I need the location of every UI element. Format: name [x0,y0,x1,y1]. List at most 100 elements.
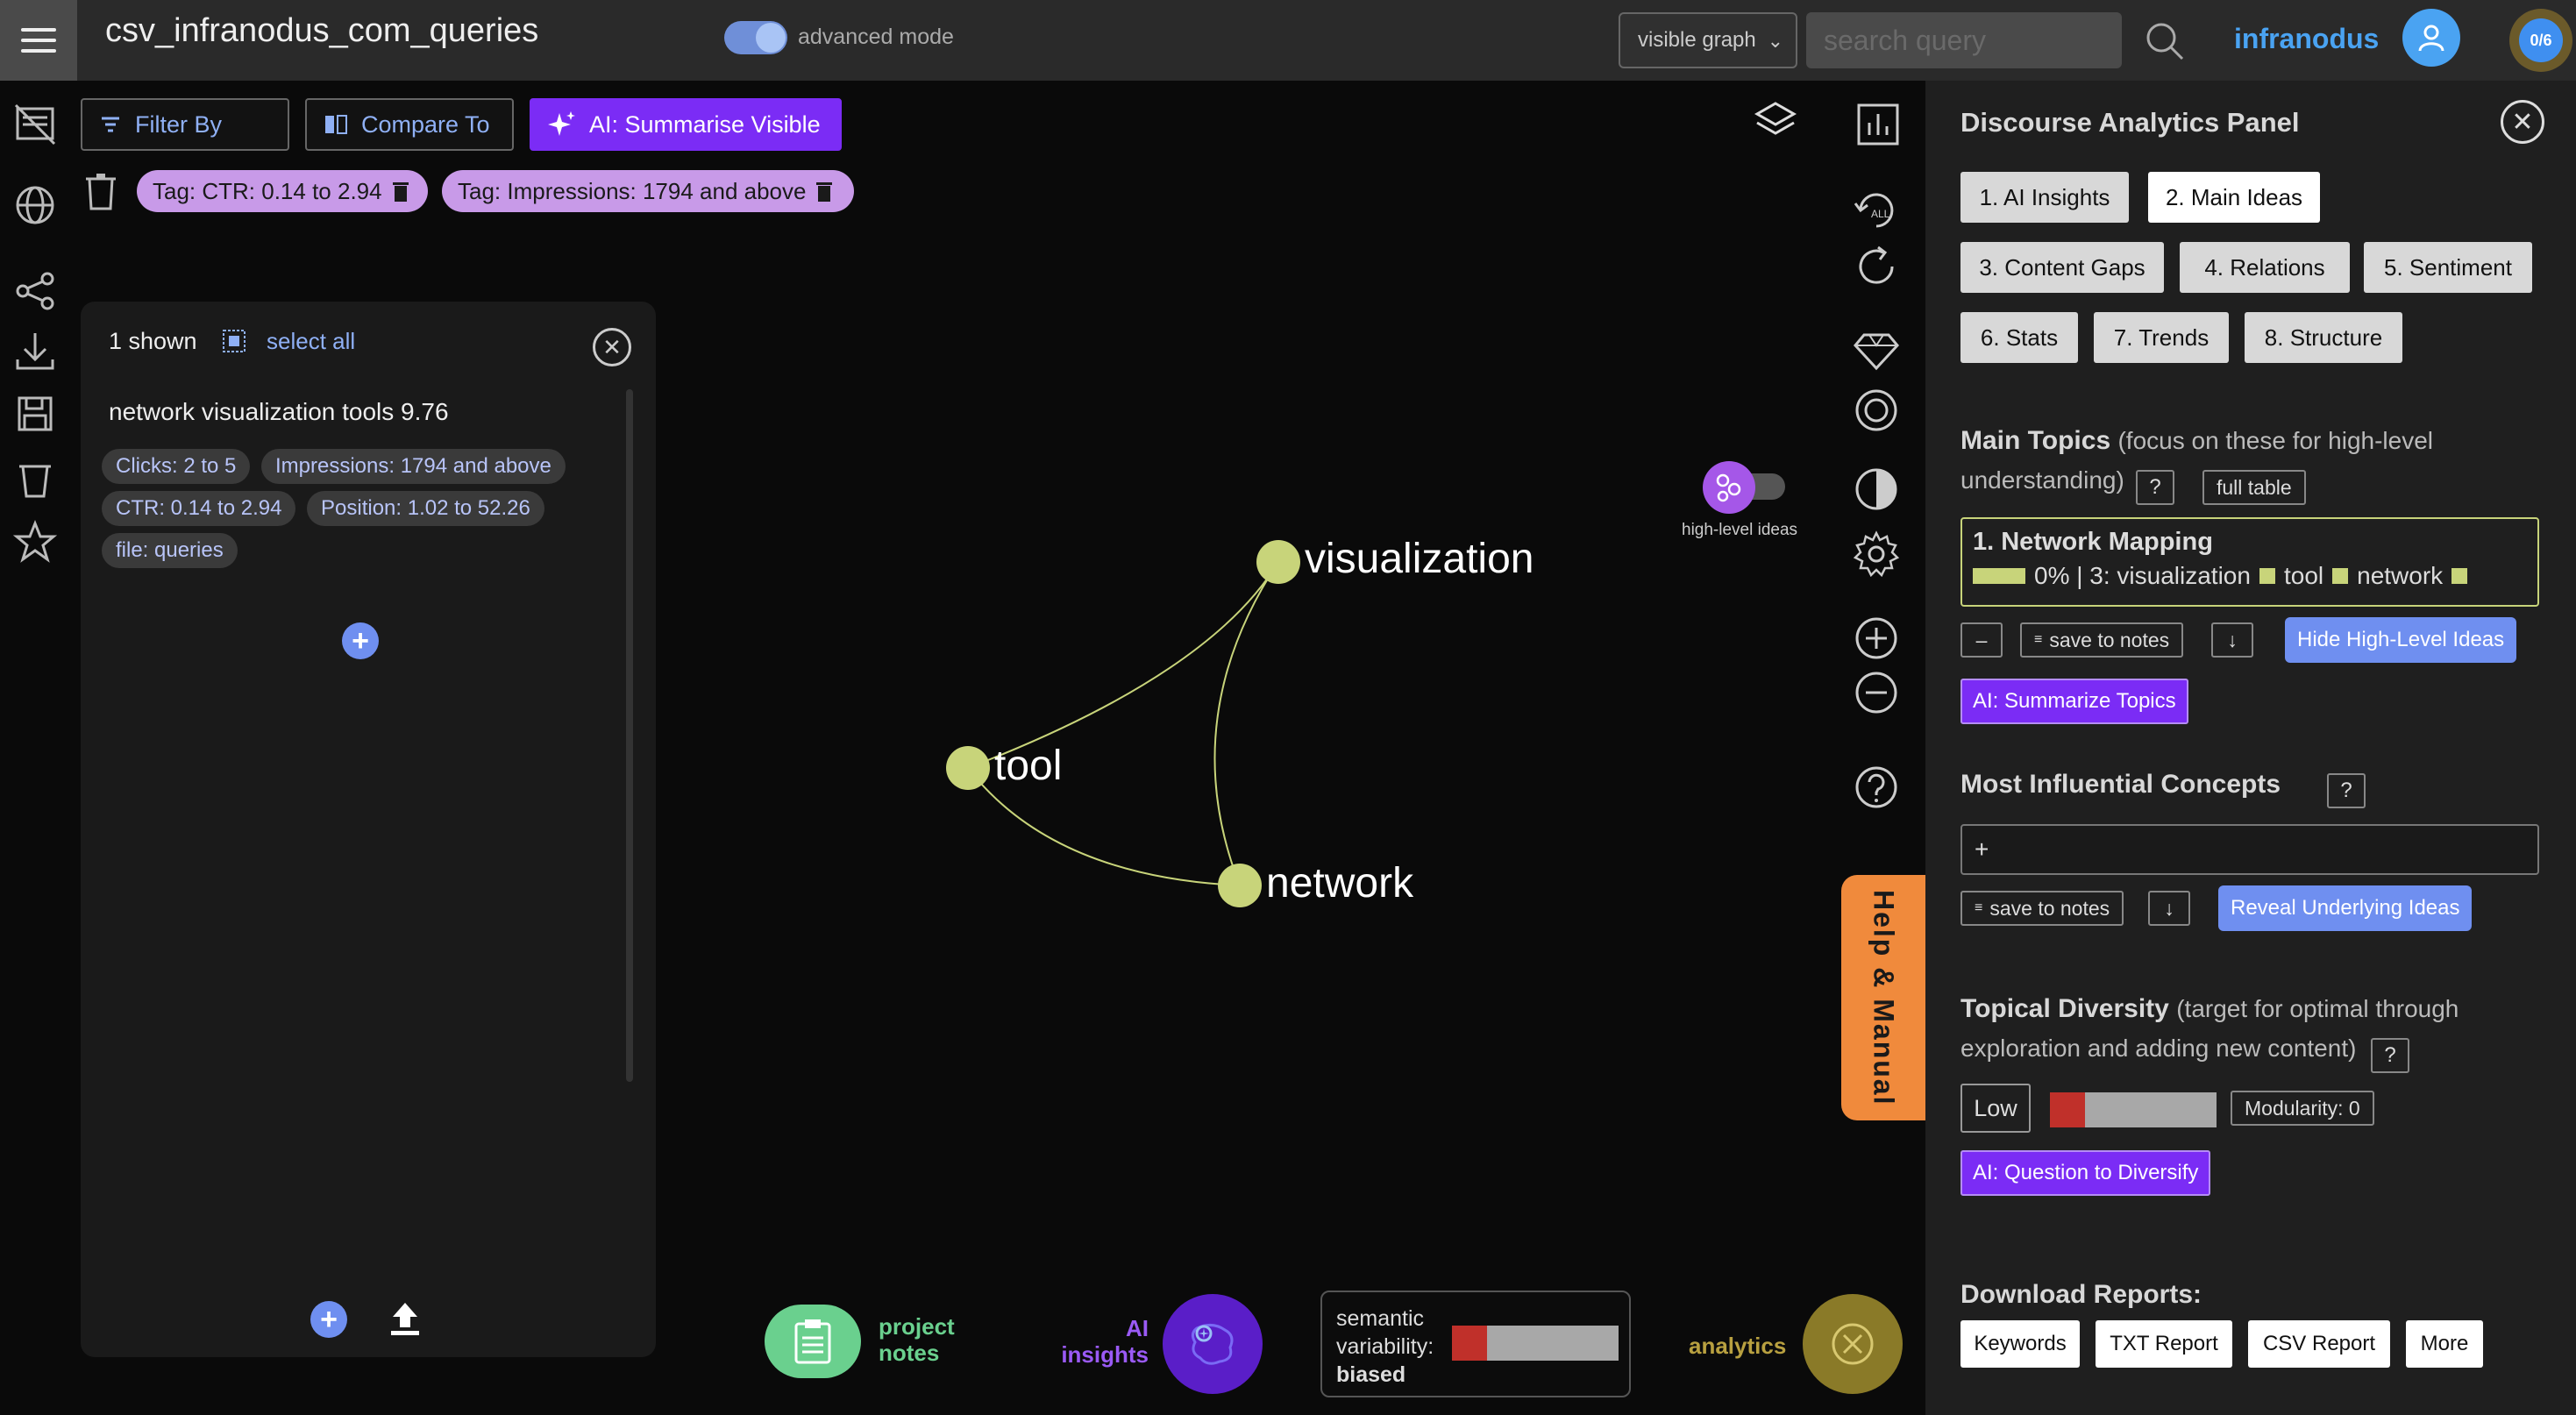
node-label-visualization[interactable]: visualization [1305,535,1534,583]
main-topics-heading: Main Topics (focus on these for high-lev… [1960,426,2433,455]
full-table-button[interactable]: full table [2202,470,2306,505]
project-notes-label[interactable]: project notes [879,1313,955,1366]
result-chip[interactable]: Impressions: 1794 and above [261,449,566,484]
add-content-icon[interactable]: + [310,1301,347,1338]
advanced-mode-toggle[interactable] [724,21,787,54]
shown-count: 1 shown [109,328,197,354]
graph-scope-select[interactable]: visible graph ⌄ [1619,12,1797,68]
keywords-report-button[interactable]: Keywords [1960,1320,2080,1368]
close-panel-icon[interactable]: ✕ [2501,100,2544,144]
tab-main-ideas[interactable]: 2. Main Ideas [2148,172,2320,223]
results-scrollbar[interactable] [626,389,633,1082]
tab-stats[interactable]: 6. Stats [1960,312,2078,363]
settings-icon[interactable] [1852,530,1901,579]
add-item-icon[interactable]: + [342,622,379,659]
zoom-in-icon[interactable] [1852,614,1901,663]
result-chip[interactable]: file: queries [102,533,238,568]
collapse-topics-button[interactable]: – [1960,622,2003,658]
panel-title: Discourse Analytics Panel [1960,107,2300,138]
menu-icon[interactable] [0,0,77,81]
sparkle-icon [548,111,575,136]
hide-text-icon[interactable] [12,102,58,147]
ai-summarize-topics-button[interactable]: AI: Summarize Topics [1960,679,2188,724]
main-topics-help-button[interactable]: ? [2136,470,2174,505]
concepts-help-button[interactable]: ? [2327,773,2366,808]
filter-by-button[interactable]: Filter By [81,98,289,151]
graph-title[interactable]: csv_infranodus_com_queries [105,12,538,50]
tag-trash-icon[interactable] [816,181,833,202]
node-label-network[interactable]: network [1266,859,1413,907]
graph-node [1256,540,1300,584]
tab-relations[interactable]: 4. Relations [2180,242,2350,293]
result-item-title[interactable]: network visualization tools 9.76 [109,398,449,426]
reveal-underlying-ideas-button[interactable]: Reveal Underlying Ideas [2218,885,2473,931]
upload-icon[interactable] [388,1299,423,1338]
result-chip[interactable]: Position: 1.02 to 52.26 [307,491,544,526]
help-manual-tab[interactable]: Help & Manual [1841,875,1925,1120]
clear-filters-trash-icon[interactable] [84,172,117,210]
download-concepts-button[interactable]: ↓ [2148,891,2190,926]
download-icon[interactable] [12,328,58,373]
save-icon[interactable] [12,391,58,437]
save-topics-to-notes-button[interactable]: ≡ save to notes [2020,622,2184,658]
main-topics-subheading: understanding) [1960,466,2124,494]
topic-item[interactable]: 1. Network Mapping 0% | 3: visualization… [1960,517,2539,607]
brand-logo[interactable]: infranodus [2234,23,2379,55]
hide-high-level-ideas-button[interactable]: Hide High-Level Ideas [2285,617,2517,663]
high-level-ideas-toggle[interactable] [1701,461,1789,514]
diamond-icon[interactable] [1852,326,1901,375]
ai-insights-label[interactable]: AI insights [1061,1315,1149,1368]
trash-icon[interactable] [12,456,58,501]
contrast-icon[interactable] [1852,465,1901,514]
search-icon[interactable] [2143,19,2187,63]
ai-question-to-diversify-button[interactable]: AI: Question to Diversify [1960,1150,2211,1196]
usage-counter[interactable]: 0/6 [2509,9,2572,72]
chart-icon[interactable] [1854,100,1903,149]
tag-trash-icon[interactable] [392,181,409,202]
project-notes-button[interactable] [765,1305,861,1378]
target-icon[interactable] [1852,386,1901,435]
variability-value: biased [1336,1362,1406,1387]
topic-color-swatch [2451,568,2468,584]
semantic-variability-box[interactable]: semantic variability: biased [1320,1291,1631,1397]
node-label-tool[interactable]: tool [994,742,1062,790]
close-icon[interactable]: ✕ [593,328,631,366]
ai-summarise-label: AI: Summarise Visible [589,110,821,138]
user-icon[interactable] [2402,9,2460,67]
zoom-out-icon[interactable] [1852,668,1901,717]
filter-tag[interactable]: Tag: CTR: 0.14 to 2.94 [137,170,428,212]
ai-summarise-visible-button[interactable]: AI: Summarise Visible [530,98,842,151]
variability-bar [1452,1326,1619,1361]
concepts-input[interactable] [1960,824,2539,875]
star-icon[interactable] [12,519,58,565]
tab-structure[interactable]: 8. Structure [2245,312,2402,363]
analytics-label[interactable]: analytics [1689,1333,1786,1360]
layers-icon[interactable] [1752,96,1799,144]
tab-content-gaps[interactable]: 3. Content Gaps [1960,242,2164,293]
diversity-help-button[interactable]: ? [2371,1038,2409,1073]
tab-ai-insights[interactable]: 1. AI Insights [1960,172,2129,223]
download-topics-button[interactable]: ↓ [2211,622,2253,658]
ai-insights-button[interactable] [1163,1294,1263,1394]
analytics-toggle-button[interactable] [1803,1294,1903,1394]
txt-report-button[interactable]: TXT Report [2096,1320,2232,1368]
compare-to-button[interactable]: Compare To [305,98,514,151]
result-chip[interactable]: Clicks: 2 to 5 [102,449,251,484]
select-all-icon[interactable] [221,328,247,354]
refresh-icon[interactable] [1852,242,1901,291]
results-panel: 1 shown select all ✕ network visualizati… [81,302,656,1357]
search-input[interactable] [1806,12,2122,68]
topic-stats: 0% | 3: visualization [2034,562,2251,589]
globe-icon[interactable] [12,182,58,228]
share-icon[interactable] [12,268,58,314]
more-reports-button[interactable]: More [2406,1320,2483,1368]
tab-sentiment[interactable]: 5. Sentiment [2364,242,2532,293]
save-concepts-to-notes-button[interactable]: ≡ save to notes [1960,891,2124,926]
help-icon[interactable] [1852,763,1901,812]
tab-trends[interactable]: 7. Trends [2094,312,2229,363]
result-chip[interactable]: CTR: 0.14 to 2.94 [102,491,296,526]
filter-tag[interactable]: Tag: Impressions: 1794 and above [442,170,854,212]
select-all-link[interactable]: select all [267,328,355,355]
reset-all-icon[interactable]: ALL [1852,186,1901,235]
csv-report-button[interactable]: CSV Report [2248,1320,2390,1368]
